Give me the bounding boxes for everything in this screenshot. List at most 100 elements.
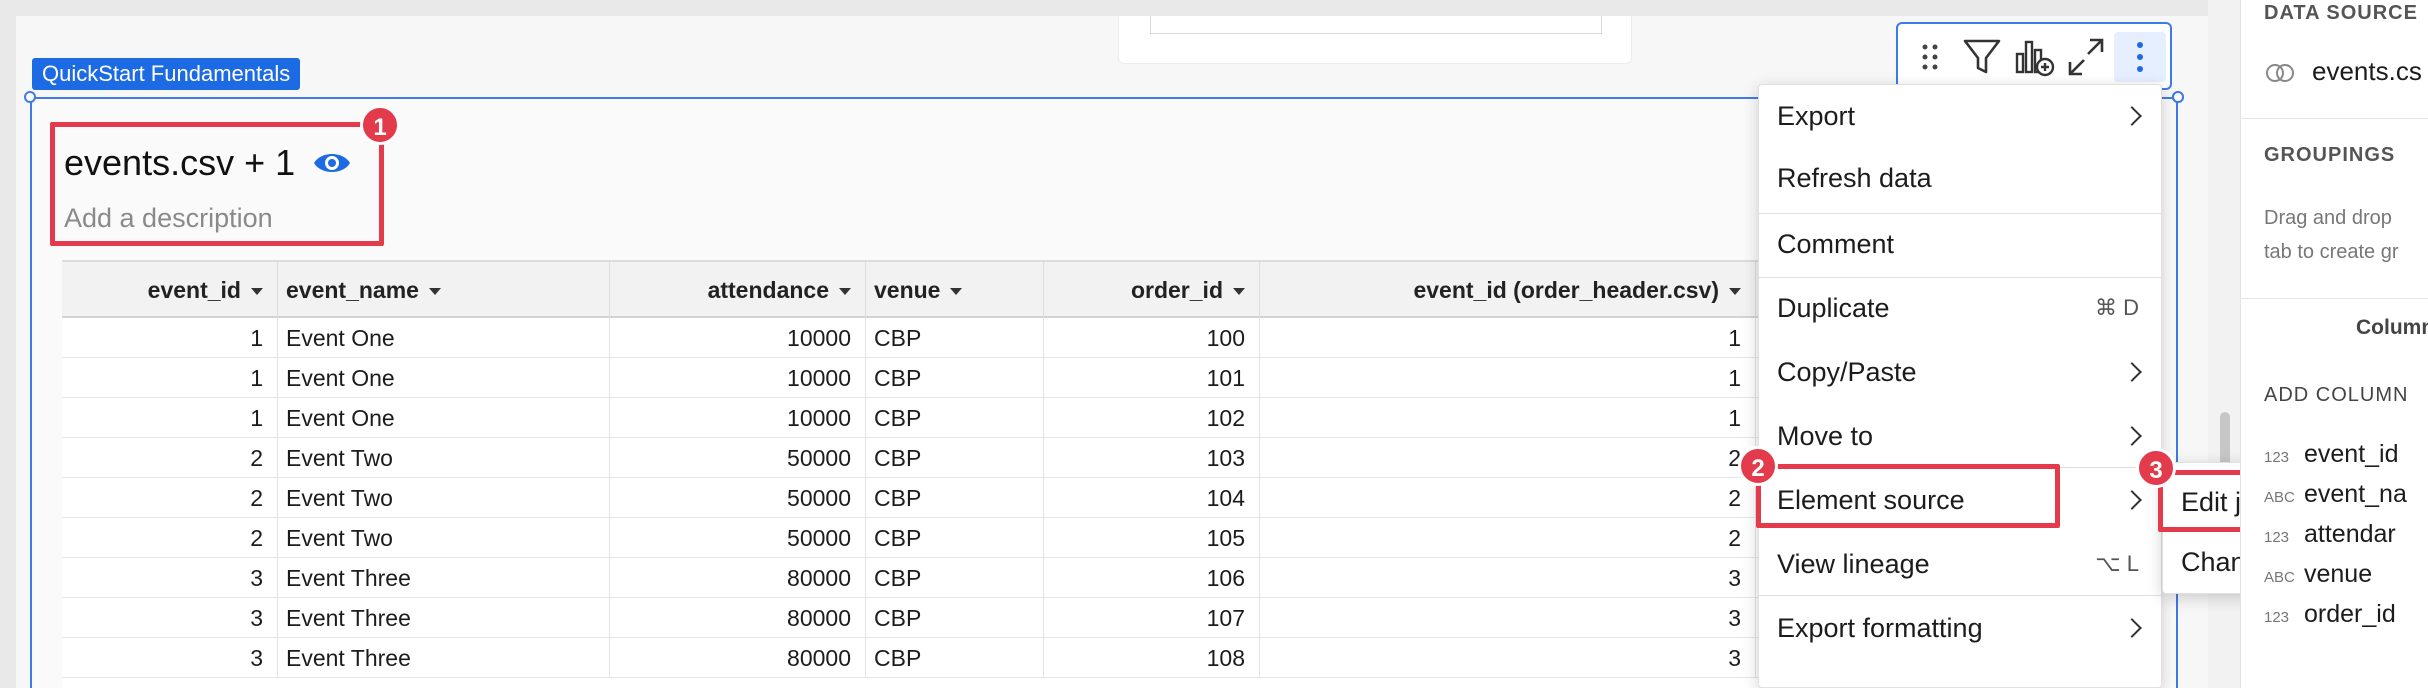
chevron-down-icon[interactable] bbox=[1729, 288, 1741, 296]
menu-item-comment[interactable]: Comment bbox=[1759, 213, 2161, 275]
table-row[interactable]: 2 Event Two 50000 CBP 103 2 bbox=[62, 438, 1762, 478]
table-cell[interactable]: CBP bbox=[866, 598, 1044, 638]
table-cell[interactable]: 105 bbox=[1044, 518, 1260, 558]
table-cell[interactable]: 101 bbox=[1044, 358, 1260, 398]
column-header-event-id-order-header[interactable]: event_id (order_header.csv) bbox=[1260, 262, 1756, 318]
column-field-name: attendar bbox=[2304, 520, 2396, 548]
table-cell[interactable]: 107 bbox=[1044, 598, 1260, 638]
table-cell[interactable]: 3 bbox=[1260, 558, 1756, 598]
menu-item-copy-paste[interactable]: Copy/Paste bbox=[1759, 341, 2161, 403]
menu-item-export[interactable]: Export bbox=[1759, 85, 2161, 147]
table-cell[interactable]: CBP bbox=[866, 478, 1044, 518]
table-cell[interactable]: Event One bbox=[278, 318, 610, 358]
table-row[interactable]: 3 Event Three 80000 CBP 106 3 bbox=[62, 558, 1762, 598]
table-cell[interactable]: 1 bbox=[62, 358, 278, 398]
menu-item-view-lineage[interactable]: View lineage ⌥ L bbox=[1759, 533, 2161, 595]
more-options-button[interactable] bbox=[2114, 32, 2166, 82]
menu-item-refresh-data[interactable]: Refresh data bbox=[1759, 147, 2161, 209]
table-cell[interactable]: 3 bbox=[1260, 638, 1756, 678]
menu-item-move-to[interactable]: Move to bbox=[1759, 405, 2161, 467]
filter-icon[interactable] bbox=[1960, 32, 2004, 82]
table-cell[interactable]: CBP bbox=[866, 558, 1044, 598]
chevron-down-icon[interactable] bbox=[950, 288, 963, 296]
table-cell[interactable]: Event Three bbox=[278, 558, 610, 598]
table-cell[interactable]: 2 bbox=[62, 518, 278, 558]
table-cell[interactable]: 3 bbox=[1260, 598, 1756, 638]
table-cell[interactable]: 10000 bbox=[610, 358, 866, 398]
table-cell[interactable]: 80000 bbox=[610, 558, 866, 598]
table-cell[interactable]: 1 bbox=[1260, 358, 1756, 398]
column-field[interactable]: ABC venue bbox=[2264, 560, 2372, 600]
table-cell[interactable]: 104 bbox=[1044, 478, 1260, 518]
menu-item-duplicate[interactable]: Duplicate ⌘ D bbox=[1759, 277, 2161, 339]
column-header-attendance[interactable]: attendance bbox=[610, 262, 866, 318]
table-cell[interactable]: 2 bbox=[1260, 518, 1756, 558]
table-cell[interactable]: 103 bbox=[1044, 438, 1260, 478]
add-chart-icon[interactable] bbox=[2012, 32, 2056, 82]
table-cell[interactable]: 80000 bbox=[610, 598, 866, 638]
table-cell[interactable]: 106 bbox=[1044, 558, 1260, 598]
table-cell[interactable]: Event One bbox=[278, 398, 610, 438]
table-cell[interactable]: Event Three bbox=[278, 638, 610, 678]
table-row[interactable]: 2 Event Two 50000 CBP 105 2 bbox=[62, 518, 1762, 558]
table-row[interactable]: 1 Event One 10000 CBP 100 1 bbox=[62, 318, 1762, 358]
table-cell[interactable]: 100 bbox=[1044, 318, 1260, 358]
table-cell[interactable]: 2 bbox=[1260, 438, 1756, 478]
expand-icon[interactable] bbox=[2064, 32, 2108, 82]
table-cell[interactable]: 1 bbox=[62, 398, 278, 438]
table-cell[interactable]: CBP bbox=[866, 318, 1044, 358]
drag-handle-icon[interactable] bbox=[1908, 32, 1952, 82]
table-cell[interactable]: 2 bbox=[1260, 478, 1756, 518]
column-field[interactable]: ABC event_na bbox=[2264, 480, 2407, 520]
column-header-event-id[interactable]: event_id bbox=[62, 262, 278, 318]
table-cell[interactable]: 2 bbox=[62, 438, 278, 478]
table-cell[interactable]: CBP bbox=[866, 638, 1044, 678]
table-row[interactable]: 1 Event One 10000 CBP 102 1 bbox=[62, 398, 1762, 438]
chevron-down-icon[interactable] bbox=[251, 288, 263, 296]
table-cell[interactable]: 3 bbox=[62, 558, 278, 598]
column-field[interactable]: 123 order_id bbox=[2264, 600, 2396, 640]
table-cell[interactable]: Event Two bbox=[278, 478, 610, 518]
table-cell[interactable]: CBP bbox=[866, 358, 1044, 398]
data-source-name[interactable]: events.cs bbox=[2312, 56, 2422, 87]
table-row[interactable]: 1 Event One 10000 CBP 101 1 bbox=[62, 358, 1762, 398]
table-cell[interactable]: CBP bbox=[866, 438, 1044, 478]
table-cell[interactable]: 1 bbox=[1260, 318, 1756, 358]
table-row[interactable]: 2 Event Two 50000 CBP 104 2 bbox=[62, 478, 1762, 518]
table-cell[interactable]: Event Two bbox=[278, 518, 610, 558]
menu-item-export-formatting[interactable]: Export formatting bbox=[1759, 597, 2161, 659]
element-tag[interactable]: QuickStart Fundamentals bbox=[32, 58, 301, 90]
column-field[interactable]: 123 event_id bbox=[2264, 440, 2399, 480]
resize-handle-right[interactable] bbox=[2172, 91, 2184, 103]
column-header-venue[interactable]: venue bbox=[866, 262, 1044, 318]
column-header-event-name[interactable]: event_name bbox=[278, 262, 610, 318]
table-cell[interactable]: 2 bbox=[62, 478, 278, 518]
column-field[interactable]: 123 attendar bbox=[2264, 520, 2396, 560]
resize-handle-top-left[interactable] bbox=[24, 91, 36, 103]
table-cell[interactable]: Event One bbox=[278, 358, 610, 398]
table-cell[interactable]: 1 bbox=[62, 318, 278, 358]
table-cell[interactable]: 80000 bbox=[610, 638, 866, 678]
chevron-down-icon[interactable] bbox=[1233, 288, 1245, 296]
table-cell[interactable]: 50000 bbox=[610, 438, 866, 478]
table-cell[interactable]: Event Three bbox=[278, 598, 610, 638]
add-column-label[interactable]: ADD COLUMN bbox=[2264, 384, 2408, 407]
table-row[interactable]: 3 Event Three 80000 CBP 108 3 bbox=[62, 638, 1762, 678]
table-cell[interactable]: 10000 bbox=[610, 398, 866, 438]
table-cell[interactable]: CBP bbox=[866, 398, 1044, 438]
table-cell[interactable]: 50000 bbox=[610, 518, 866, 558]
chevron-down-icon[interactable] bbox=[428, 288, 441, 296]
table-cell[interactable]: 3 bbox=[62, 638, 278, 678]
table-cell[interactable]: 50000 bbox=[610, 478, 866, 518]
table-cell[interactable]: 10000 bbox=[610, 318, 866, 358]
table-cell[interactable]: CBP bbox=[866, 518, 1044, 558]
table-cell[interactable]: 108 bbox=[1044, 638, 1260, 678]
table-cell[interactable]: 3 bbox=[62, 598, 278, 638]
data-source-label: DATA SOURCE bbox=[2264, 2, 2418, 24]
table-row[interactable]: 3 Event Three 80000 CBP 107 3 bbox=[62, 598, 1762, 638]
column-header-order-id[interactable]: order_id bbox=[1044, 262, 1260, 318]
chevron-down-icon[interactable] bbox=[839, 288, 851, 296]
table-cell[interactable]: 1 bbox=[1260, 398, 1756, 438]
table-cell[interactable]: Event Two bbox=[278, 438, 610, 478]
table-cell[interactable]: 102 bbox=[1044, 398, 1260, 438]
